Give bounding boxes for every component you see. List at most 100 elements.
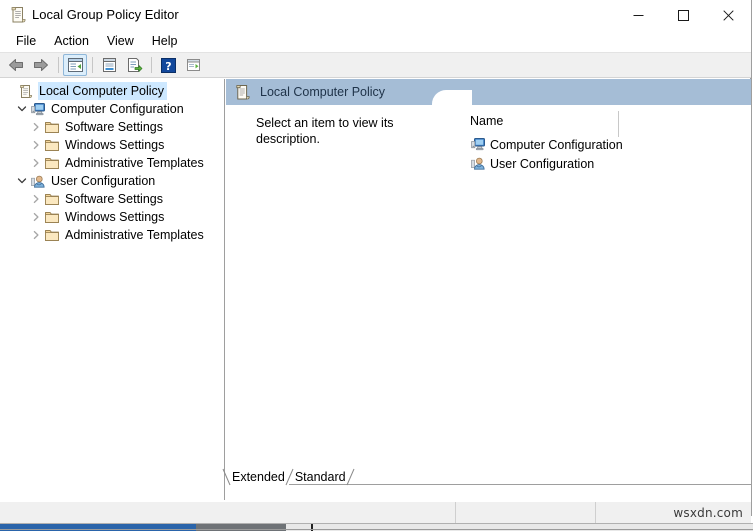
tab-standard[interactable]: Standard	[289, 467, 355, 486]
chevron-right-icon[interactable]	[28, 137, 44, 153]
tree-node-local-computer-policy[interactable]: Local Computer Policy	[0, 82, 224, 100]
column-header-name[interactable]: Name	[470, 113, 503, 129]
toolbar: ?	[0, 52, 751, 78]
list-item-computer-configuration[interactable]: Computer Configuration	[430, 135, 751, 154]
folder-icon	[44, 227, 60, 243]
status-segment-watermark: wsxdn.com	[596, 502, 751, 524]
chevron-right-icon[interactable]	[28, 227, 44, 243]
tab-label: Standard	[294, 469, 346, 484]
back-button[interactable]	[4, 54, 28, 76]
svg-text:?: ?	[165, 60, 171, 73]
title-bar[interactable]: Local Group Policy Editor	[0, 0, 751, 30]
detail-pane: Local Computer Policy Select an item to …	[226, 79, 751, 500]
tree-node-user-windows-settings[interactable]: Windows Settings	[0, 208, 224, 226]
tree-node-label: Windows Settings	[65, 138, 165, 152]
help-question-icon: ?	[160, 57, 176, 73]
left-arrow-icon	[9, 59, 23, 71]
toolbar-separator	[92, 57, 93, 73]
tree-node-label: Software Settings	[65, 192, 163, 206]
folder-icon	[44, 155, 60, 171]
toolbar-separator	[151, 57, 152, 73]
header-notch	[432, 90, 472, 105]
detail-pane-title: Local Computer Policy	[260, 85, 386, 99]
detail-pane-header-inner: Local Computer Policy	[226, 79, 439, 105]
window-controls	[616, 0, 751, 30]
window-frame: Local Group Policy Editor File Action Vi…	[0, 0, 751, 524]
folder-icon	[44, 137, 60, 153]
user-icon	[30, 173, 46, 189]
view-tab-strip: Extended Standard	[222, 467, 751, 501]
export-list-button[interactable]	[122, 54, 146, 76]
help-button[interactable]: ?	[156, 54, 180, 76]
items-list[interactable]: Name Computer Configuration User Configu…	[430, 105, 751, 500]
tab-label: Extended	[232, 469, 285, 484]
status-bar: wsxdn.com	[0, 501, 751, 524]
tree-node-computer-software-settings[interactable]: Software Settings	[0, 118, 224, 136]
tree-node-computer-administrative-templates[interactable]: Administrative Templates	[0, 154, 224, 172]
list-item-label: User Configuration	[490, 156, 595, 171]
computer-icon	[470, 137, 486, 153]
site-watermark: wsxdn.com	[673, 506, 743, 520]
menu-item-file[interactable]: File	[7, 31, 45, 51]
action-pane-icon	[186, 59, 200, 71]
status-segment-middle	[456, 502, 596, 524]
detail-pane-header: Local Computer Policy	[226, 79, 751, 105]
chevron-right-icon[interactable]	[28, 191, 44, 207]
minimize-button[interactable]	[616, 0, 661, 30]
policy-scroll-icon	[235, 84, 251, 101]
status-segment-main	[0, 502, 456, 524]
console-tree-pane[interactable]: Local Computer Policy Computer Configura…	[0, 79, 225, 500]
menu-item-action[interactable]: Action	[45, 31, 98, 51]
policy-scroll-icon	[10, 6, 27, 24]
menu-item-help[interactable]: Help	[143, 31, 187, 51]
show-hide-tree-button[interactable]	[63, 54, 87, 76]
tree-node-computer-windows-settings[interactable]: Windows Settings	[0, 136, 224, 154]
tab-slash-left	[222, 468, 232, 486]
list-column-header: Name	[430, 111, 751, 137]
maximize-button[interactable]	[661, 0, 706, 30]
tree-node-label: Windows Settings	[65, 210, 165, 224]
list-item-user-configuration[interactable]: User Configuration	[430, 154, 751, 173]
list-item-label: Computer Configuration	[490, 137, 623, 152]
chevron-right-icon[interactable]	[28, 209, 44, 225]
user-icon	[470, 156, 486, 172]
tree-node-label: User Configuration	[51, 174, 156, 188]
policy-scroll-icon	[18, 83, 34, 99]
tree-node-user-software-settings[interactable]: Software Settings	[0, 190, 224, 208]
local-group-policy-editor-window: Local Group Policy Editor File Action Vi…	[0, 0, 753, 531]
tree-node-label: Computer Configuration	[51, 102, 184, 116]
folder-icon	[44, 209, 60, 225]
column-divider[interactable]	[618, 111, 619, 137]
chevron-right-icon[interactable]	[28, 155, 44, 171]
menu-item-view[interactable]: View	[98, 31, 143, 51]
properties-icon	[102, 58, 116, 72]
menu-bar: File Action View Help	[0, 30, 751, 52]
show-hide-action-pane-button[interactable]	[181, 54, 205, 76]
tree-node-label: Administrative Templates	[65, 228, 204, 242]
tab-extended[interactable]: Extended	[222, 467, 294, 486]
twisty-none	[2, 83, 18, 99]
tree-node-computer-configuration[interactable]: Computer Configuration	[0, 100, 224, 118]
chevron-right-icon[interactable]	[28, 119, 44, 135]
tree-node-label: Local Computer Policy	[38, 82, 168, 100]
toolbar-separator	[58, 57, 59, 73]
tab-slash-right	[346, 468, 356, 486]
chevron-down-icon[interactable]	[14, 173, 30, 189]
forward-button[interactable]	[29, 54, 53, 76]
folder-icon	[44, 119, 60, 135]
window-title: Local Group Policy Editor	[32, 7, 179, 22]
tree-node-user-administrative-templates[interactable]: Administrative Templates	[0, 226, 224, 244]
tree-pane-icon	[67, 58, 83, 72]
folder-icon	[44, 191, 60, 207]
tree-node-user-configuration[interactable]: User Configuration	[0, 172, 224, 190]
close-button[interactable]	[706, 0, 751, 30]
view-tabs: Extended Standard	[222, 467, 355, 486]
main-body: Local Computer Policy Computer Configura…	[0, 79, 751, 500]
tree-node-label: Administrative Templates	[65, 156, 204, 170]
chevron-down-icon[interactable]	[14, 101, 30, 117]
tree-node-label: Software Settings	[65, 120, 163, 134]
description-text: Select an item to view its description.	[256, 116, 394, 146]
properties-button[interactable]	[97, 54, 121, 76]
description-column: Select an item to view its description.	[226, 105, 429, 500]
export-list-icon	[127, 58, 142, 72]
